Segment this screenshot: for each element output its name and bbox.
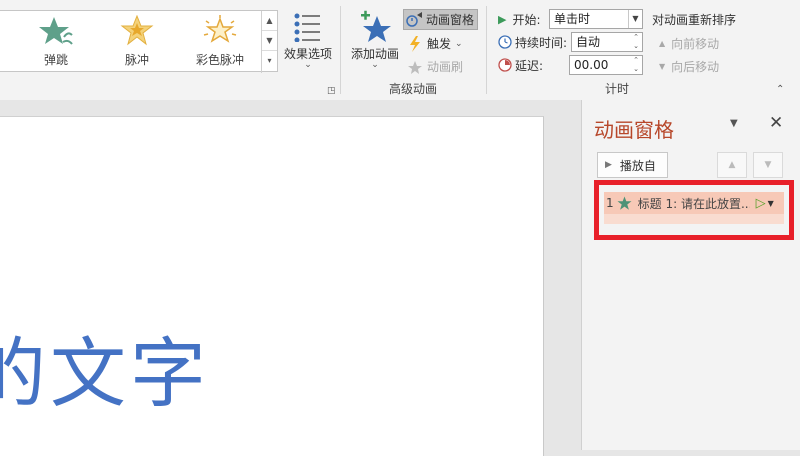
gallery-item-label: 彩色脉冲	[195, 53, 244, 67]
start-label: 开始:	[512, 12, 541, 27]
move-later-button[interactable]: ▼ 向后移动	[659, 58, 719, 75]
delay-spinner[interactable]: ⌃ ⌄	[630, 56, 642, 74]
group-separator	[340, 6, 341, 94]
trigger-button[interactable]: 触发 ⌄	[406, 33, 463, 54]
play-icon: ▶	[605, 160, 612, 170]
timing-triangle-icon: ▷	[755, 195, 766, 211]
add-animation-button[interactable]: 添加动画 ⌄	[347, 8, 403, 78]
animation-pane-label: 动画窗格	[426, 13, 475, 27]
effect-options-icon	[294, 13, 320, 42]
dialog-launcher-icon[interactable]: ◳	[327, 86, 336, 96]
gallery-item-pulse[interactable]: 脉冲	[97, 15, 177, 69]
move-down-button[interactable]: ▼	[753, 152, 783, 178]
move-earlier-button[interactable]: ▲ 向前移动	[659, 35, 719, 52]
animation-gallery: 弹跳 脉冲 彩色脉冲 ▲ ▼ ▾	[0, 10, 278, 73]
chevron-down-icon[interactable]: ▼	[628, 10, 642, 28]
delay-input-value: 00.00	[574, 58, 609, 72]
start-select-value: 单击时	[554, 12, 591, 26]
duration-input-value: 自动	[576, 35, 601, 49]
add-animation-star-icon	[361, 10, 391, 42]
color-pulse-star-icon	[203, 15, 237, 43]
selection-shadow	[604, 214, 784, 224]
animation-pane-icon	[406, 11, 422, 27]
duration-row: 持续时间:	[498, 31, 567, 53]
advanced-animation-group-label: 高级动画	[388, 82, 437, 96]
slide-title-text[interactable]: 的文字	[0, 312, 210, 422]
move-later-label: 向后移动	[671, 60, 720, 74]
start-select[interactable]: 单击时 ▼	[549, 9, 643, 29]
delay-clock-icon	[498, 58, 512, 72]
gallery-item-bounce[interactable]: 弹跳	[16, 15, 96, 69]
pulse-star-icon	[120, 15, 154, 46]
duration-input[interactable]: 自动 ⌃ ⌄	[571, 32, 643, 52]
gallery-scroll-down-button[interactable]: ▼	[262, 31, 277, 51]
gallery-scrollbar: ▲ ▼ ▾	[261, 11, 277, 73]
gallery-more-button[interactable]: ▾	[262, 51, 277, 71]
item-dropdown-icon[interactable]: ▼	[768, 199, 774, 208]
play-from-button[interactable]: ▶ 播放自	[597, 152, 668, 178]
slide-canvas[interactable]: 的文字	[0, 116, 544, 456]
delay-label: 延迟:	[515, 58, 544, 73]
group-separator	[486, 6, 487, 94]
pane-title: 动画窗格	[594, 118, 674, 142]
animation-painter-button[interactable]: 动画刷	[406, 56, 463, 77]
start-row: ▶ 开始:	[498, 8, 541, 30]
chevron-down-icon: ⌄	[371, 60, 379, 70]
gallery-item-label: 脉冲	[124, 53, 149, 67]
emphasis-star-icon	[617, 196, 632, 210]
animation-item-label: 标题 1: 请在此放置...	[637, 196, 750, 211]
triangle-down-icon: ▼	[659, 62, 666, 71]
lightning-icon	[410, 35, 420, 52]
move-up-button[interactable]: ▲	[717, 152, 747, 178]
slide-editing-area: 的文字	[0, 100, 580, 456]
chevron-down-icon: ⌄	[455, 38, 463, 49]
play-icon: ▶	[498, 12, 507, 26]
animation-order-number: 1	[606, 196, 614, 210]
ribbon: 弹跳 脉冲 彩色脉冲 ▲ ▼ ▾ 效果选项 ⌄ ◳ 添加动画 ⌄ 动画窗格 触发…	[0, 0, 800, 98]
delay-input[interactable]: 00.00 ⌃ ⌄	[569, 55, 643, 75]
highlighted-animation-list: 1 标题 1: 请在此放置... ▷ ▼	[594, 180, 794, 240]
trigger-label: 触发	[427, 37, 452, 51]
gallery-item-label: 弹跳	[43, 53, 68, 67]
gallery-item-color-pulse[interactable]: 彩色脉冲	[180, 15, 260, 69]
duration-spinner[interactable]: ⌃ ⌄	[630, 33, 642, 51]
clock-icon	[498, 35, 512, 49]
effect-options-button[interactable]: 效果选项 ⌄	[281, 8, 335, 74]
duration-label: 持续时间:	[515, 35, 568, 50]
gallery-scroll-up-button[interactable]: ▲	[262, 11, 277, 31]
timing-group-label: 计时	[604, 82, 629, 96]
reorder-title: 对动画重新排序	[652, 13, 737, 27]
delay-row: 延迟:	[498, 54, 543, 76]
animation-painter-icon	[408, 60, 422, 74]
animation-pane-button[interactable]: 动画窗格	[403, 9, 479, 30]
animation-pane: 动画窗格 ▼ ✕ ▶ 播放自 ▲ ▼ 1 标题 1: 请在此放置... ▷ ▼	[581, 100, 800, 450]
close-icon[interactable]: ✕	[769, 113, 783, 133]
play-from-label: 播放自	[619, 158, 656, 173]
chevron-down-icon: ⌄	[304, 60, 312, 70]
list-item[interactable]: 1 标题 1: 请在此放置... ▷ ▼	[604, 192, 784, 214]
collapse-ribbon-icon[interactable]: ⌃	[776, 84, 784, 95]
animation-painter-label: 动画刷	[427, 60, 464, 74]
pane-options-icon[interactable]: ▼	[730, 118, 738, 129]
bounce-star-icon	[39, 17, 73, 45]
triangle-up-icon: ▲	[659, 39, 666, 48]
move-earlier-label: 向前移动	[671, 37, 720, 51]
